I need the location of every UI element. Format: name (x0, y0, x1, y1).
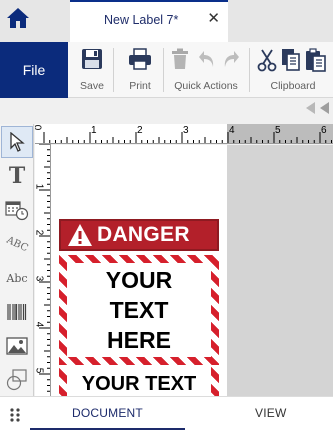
horizontal-ruler: 0 1 2 3 4 5 6 (35, 124, 333, 144)
save-label: Save (80, 80, 104, 92)
quick-actions-label: Quick Actions (174, 80, 238, 92)
printer-icon (129, 48, 151, 70)
curved-text-icon: ABC (4, 234, 30, 254)
ruler-number: 0 (35, 125, 44, 131)
pointer-icon (10, 132, 25, 152)
barcode-tool[interactable] (1, 296, 33, 328)
clipboard-group: Clipboard (253, 42, 333, 98)
select-tool[interactable] (1, 126, 33, 158)
clipboard-label: Clipboard (270, 80, 316, 92)
image-icon (6, 337, 28, 355)
ruler-number: 5 (275, 125, 281, 136)
text-tool-icon: T (8, 163, 26, 189)
ruler-number: 4 (229, 125, 235, 136)
text-tool[interactable]: T (1, 160, 33, 192)
tools-panel: T ABC Abc (0, 124, 34, 396)
print-label: Print (129, 80, 151, 92)
body-text-line: HERE (107, 327, 171, 353)
ruler-number: 3 (183, 125, 189, 136)
sequence-text-tool[interactable]: Abc (1, 262, 33, 294)
save-button[interactable]: Save (72, 42, 112, 98)
date-time-tool[interactable] (1, 194, 33, 226)
collapse-arrow-icon[interactable] (305, 101, 331, 115)
shape-icon (6, 369, 27, 391)
second-text: YOUR TEXT (81, 373, 197, 395)
bottom-tab-bar: DOCUMENT VIEW (0, 396, 333, 431)
second-text-box[interactable]: YOUR TEXT (67, 367, 211, 396)
ruler-number: 2 (137, 125, 143, 136)
redo-icon[interactable] (220, 48, 242, 70)
cut-icon[interactable] (257, 48, 277, 72)
label-page[interactable]: DANGER YOUR TEXT HERE YOUR TEXT (51, 145, 227, 396)
label-editor-app: New Label 7* ✕ File Save Print Quick Act… (0, 0, 333, 431)
shape-tool[interactable] (1, 364, 33, 396)
home-icon (7, 8, 29, 28)
ruler-number: 3 (35, 276, 44, 282)
active-tab-indicator (30, 428, 185, 430)
body-text-line: YOUR (105, 267, 173, 293)
tab-document[interactable]: DOCUMENT (72, 406, 143, 420)
file-button[interactable]: File (0, 42, 68, 98)
document-tab[interactable]: New Label 7* ✕ (70, 0, 228, 42)
danger-header[interactable]: DANGER (59, 219, 219, 251)
ribbon-divider (113, 48, 114, 92)
calendar-clock-icon (5, 201, 29, 221)
danger-text: DANGER (97, 223, 190, 246)
image-tool[interactable] (1, 330, 33, 362)
ribbon-divider (249, 48, 250, 92)
curved-text-tool[interactable]: ABC (1, 228, 33, 260)
ruler-number: 6 (321, 125, 327, 136)
ribbon-divider (163, 48, 164, 92)
close-tab-icon[interactable]: ✕ (207, 11, 220, 26)
grip-icon[interactable] (9, 407, 21, 423)
delete-icon[interactable] (170, 48, 190, 70)
document-tab-title: New Label 7* (104, 13, 179, 27)
home-button[interactable] (0, 0, 36, 36)
body-text-line: TEXT (109, 297, 169, 323)
ruler-number: 5 (35, 368, 44, 374)
save-icon (82, 49, 102, 69)
warning-icon (68, 224, 92, 246)
tab-view[interactable]: VIEW (255, 406, 286, 420)
undo-icon[interactable] (196, 48, 218, 70)
ruler-number: 2 (35, 230, 44, 236)
body-text-box[interactable]: YOUR TEXT HERE (67, 263, 211, 357)
ruler-number: 1 (91, 125, 97, 136)
print-button[interactable]: Print (118, 42, 162, 98)
hazard-stripe-frame-2[interactable]: YOUR TEXT (59, 367, 219, 396)
vertical-ruler-ticks (39, 144, 50, 392)
quick-actions-group: Quick Actions (166, 42, 246, 98)
paste-icon[interactable] (305, 48, 327, 72)
copy-icon[interactable] (281, 48, 301, 72)
ribbon-toolbar: File Save Print Quick Actions Clipboard (0, 42, 333, 98)
ruler-number: 4 (35, 322, 44, 328)
ruler-number: 1 (35, 184, 44, 190)
sequence-text-icon: Abc (6, 271, 28, 285)
hazard-stripe-frame[interactable]: YOUR TEXT HERE (59, 255, 219, 365)
barcode-icon (7, 304, 27, 320)
top-tab-bar: New Label 7* ✕ (0, 0, 333, 42)
vertical-ruler: 1 2 3 4 5 (35, 144, 51, 396)
label-canvas[interactable]: DANGER YOUR TEXT HERE YOUR TEXT (51, 145, 333, 396)
